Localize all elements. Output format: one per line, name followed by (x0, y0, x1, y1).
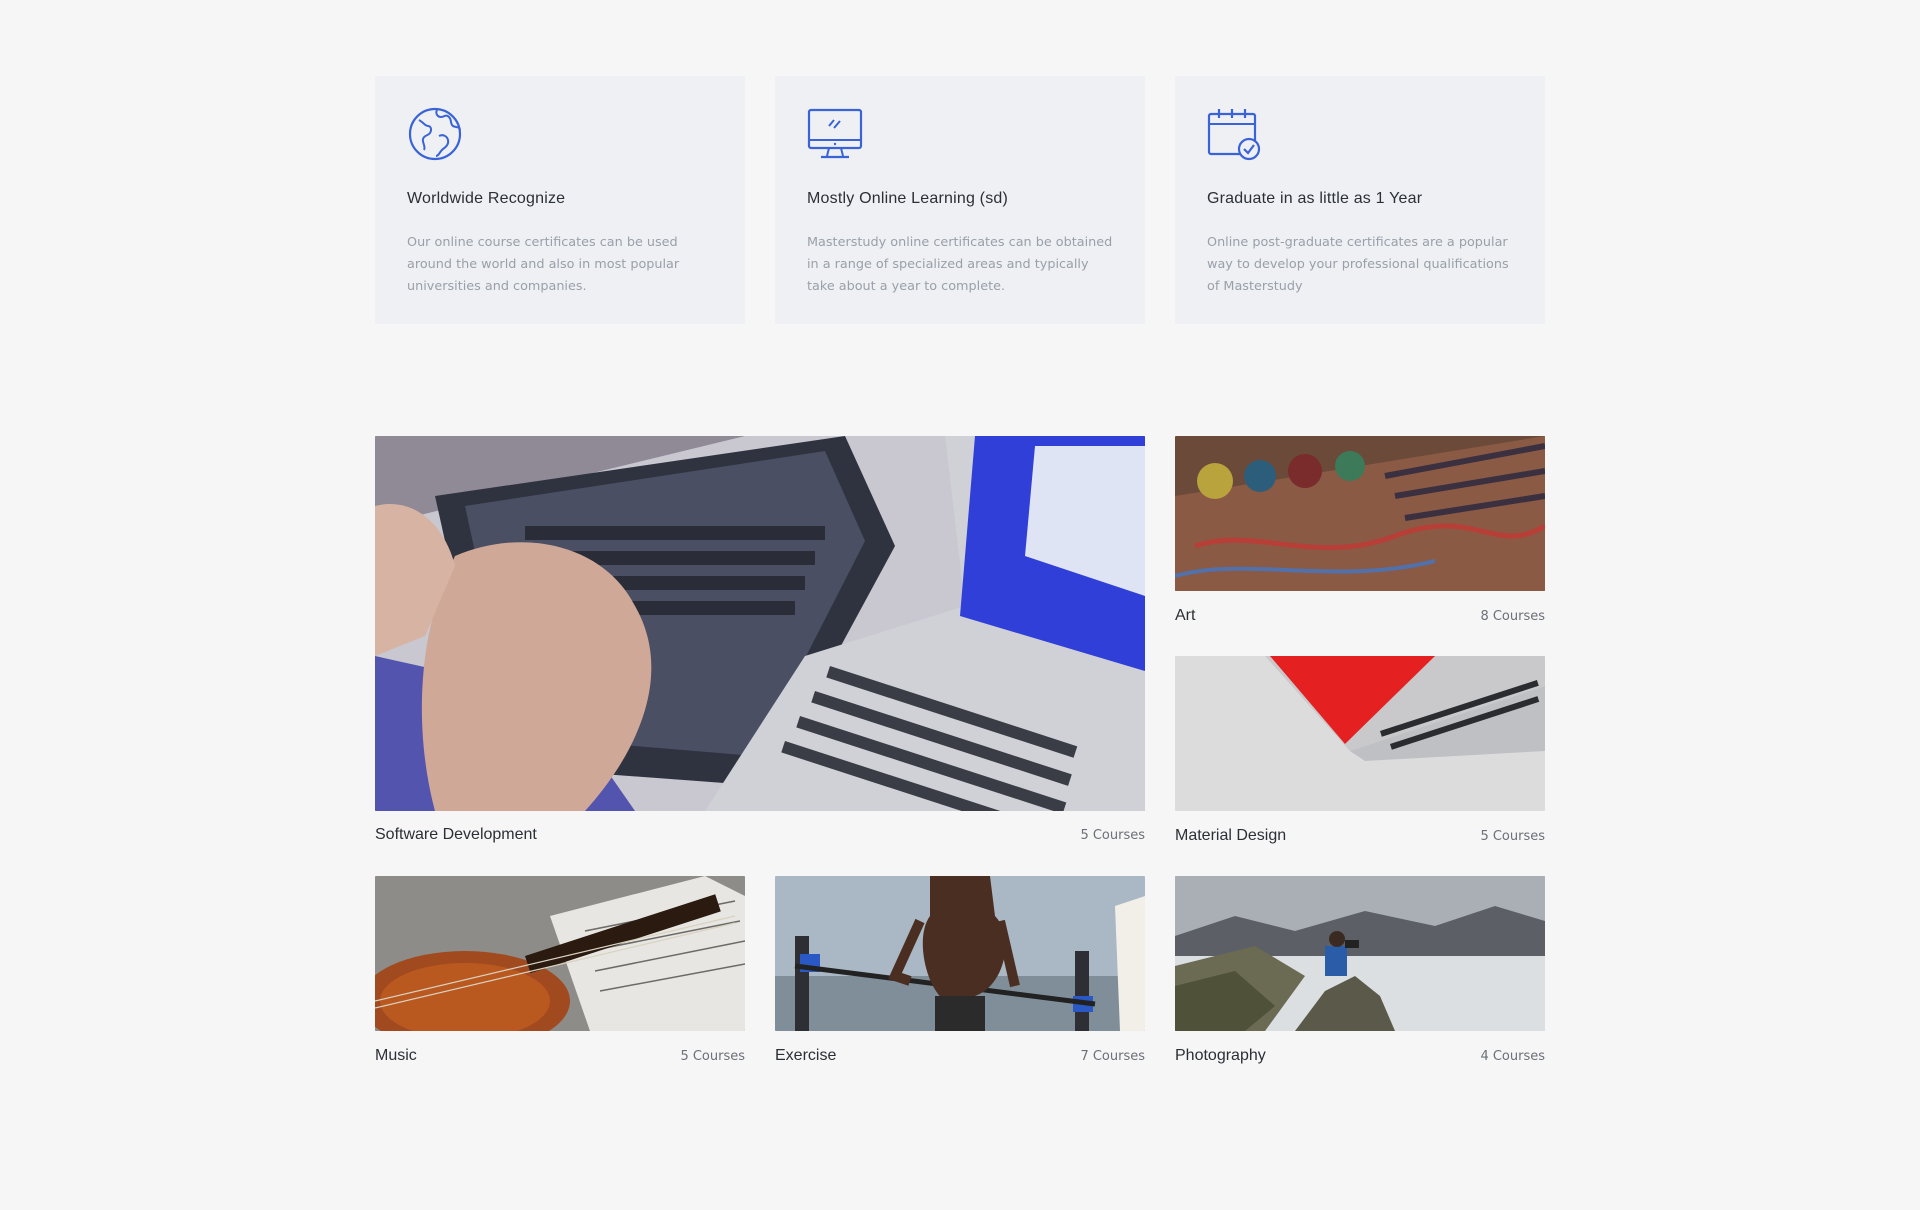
category-image[interactable] (1175, 876, 1545, 1031)
category-image[interactable] (1175, 656, 1545, 811)
feature-description: Our online course certificates can be us… (407, 235, 680, 294)
category-material-design[interactable]: Material Design 5 Courses (1175, 656, 1545, 846)
category-name[interactable]: Software Development (375, 826, 537, 844)
category-name[interactable]: Music (375, 1047, 417, 1065)
feature-card-graduate: Graduate in as little as 1 Year Online p… (1175, 76, 1545, 324)
mountain-photographer-image (1175, 876, 1545, 1031)
features-section: Worldwide Recognize Our online course ce… (375, 76, 1545, 324)
category-image[interactable] (375, 436, 1145, 811)
category-photography[interactable]: Photography 4 Courses (1175, 876, 1545, 1066)
category-art[interactable]: Art 8 Courses (1175, 436, 1545, 626)
page: Worldwide Recognize Our online course ce… (0, 0, 1920, 1210)
feature-description: Online post-graduate certificates are a … (1207, 235, 1509, 294)
exercise-bars-image (775, 876, 1145, 1031)
laptop-typing-image (375, 436, 1145, 811)
feature-card-worldwide: Worldwide Recognize Our online course ce… (375, 76, 745, 324)
feature-title: Worldwide Recognize (407, 190, 566, 207)
category-count: 5 Courses (680, 1049, 745, 1064)
feature-description: Masterstudy online certificates can be o… (807, 235, 1113, 294)
category-software-development[interactable]: Software Development 5 Courses (375, 436, 1145, 856)
globe-icon (408, 107, 462, 161)
category-count: 7 Courses (1080, 1049, 1145, 1064)
category-name[interactable]: Photography (1175, 1047, 1266, 1065)
monitor-icon (807, 108, 863, 159)
laptop-red-screen-image (1175, 656, 1545, 811)
category-image[interactable] (375, 876, 745, 1031)
category-image[interactable] (1175, 436, 1545, 591)
feature-title: Mostly Online Learning (sd) (807, 190, 1009, 207)
category-count: 4 Courses (1480, 1049, 1545, 1064)
calendar-check-icon (1207, 109, 1261, 161)
category-count: 5 Courses (1080, 828, 1145, 843)
category-exercise[interactable]: Exercise 7 Courses (775, 876, 1145, 1066)
category-count: 5 Courses (1480, 829, 1545, 844)
category-name[interactable]: Exercise (775, 1047, 836, 1065)
violin-image (375, 876, 745, 1031)
category-music[interactable]: Music 5 Courses (375, 876, 745, 1066)
category-count: 8 Courses (1480, 609, 1545, 624)
feature-card-online-learning: Mostly Online Learning (sd) Masterstudy … (775, 76, 1145, 324)
paint-brushes-image (1175, 436, 1545, 591)
category-image[interactable] (775, 876, 1145, 1031)
feature-title: Graduate in as little as 1 Year (1207, 190, 1423, 207)
category-name[interactable]: Art (1175, 607, 1195, 625)
category-name[interactable]: Material Design (1175, 827, 1286, 845)
